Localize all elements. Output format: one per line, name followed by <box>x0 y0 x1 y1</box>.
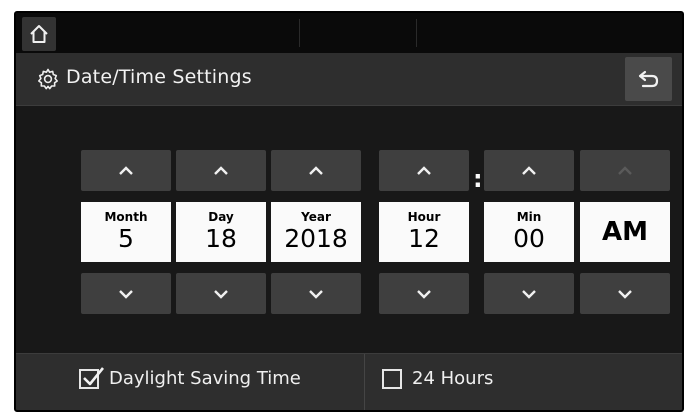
daylight-saving-toggle[interactable]: Daylight Saving Time <box>79 366 301 389</box>
chevron-down-icon <box>309 289 323 299</box>
ampm-up-button[interactable] <box>580 150 670 191</box>
year-up-button[interactable] <box>271 150 361 191</box>
ampm-spinner: AM <box>580 150 670 314</box>
time-separator: : <box>473 165 483 193</box>
day-up-button[interactable] <box>176 150 266 191</box>
gear-icon <box>38 68 58 90</box>
year-value: 2018 <box>284 224 348 253</box>
chevron-up-icon <box>309 165 323 175</box>
year-down-button[interactable] <box>271 273 361 314</box>
back-arrow-icon <box>638 70 658 88</box>
ampm-down-button[interactable] <box>580 273 670 314</box>
chevron-down-icon <box>522 289 536 299</box>
chevron-up-icon <box>417 165 431 175</box>
day-spinner: Day 18 <box>176 150 266 314</box>
chevron-up-icon <box>119 165 133 175</box>
minute-spinner: Min 00 <box>484 150 574 314</box>
home-button[interactable] <box>22 17 56 51</box>
hours-24-label: 24 Hours <box>412 368 494 389</box>
day-value: 18 <box>205 224 237 253</box>
date-time-editor: Month 5 Day 18 Year 2018 Hour 12 Min 00 … <box>16 106 682 353</box>
back-button[interactable] <box>625 57 672 101</box>
month-label: Month <box>104 210 148 224</box>
hour-label: Hour <box>407 210 441 224</box>
day-down-button[interactable] <box>176 273 266 314</box>
status-divider <box>299 19 300 47</box>
chevron-up-icon <box>522 165 536 175</box>
header-bar: Date/Time Settings <box>16 53 682 106</box>
minute-value: 00 <box>513 224 545 253</box>
year-value-box[interactable]: Year 2018 <box>271 202 361 262</box>
month-spinner: Month 5 <box>81 150 171 314</box>
top-status-bar <box>16 13 682 53</box>
status-divider <box>416 19 417 47</box>
hour-value: 12 <box>408 224 440 253</box>
ampm-value: AM <box>602 217 648 247</box>
month-value-box[interactable]: Month 5 <box>81 202 171 262</box>
footer-divider <box>364 354 365 410</box>
year-label: Year <box>301 210 331 224</box>
chevron-down-icon <box>618 289 632 299</box>
chevron-up-icon <box>618 165 632 175</box>
minute-up-button[interactable] <box>484 150 574 191</box>
minute-down-button[interactable] <box>484 273 574 314</box>
hours-24-toggle[interactable]: 24 Hours <box>382 368 493 389</box>
hour-spinner: Hour 12 <box>379 150 469 314</box>
day-label: Day <box>208 210 234 224</box>
month-down-button[interactable] <box>81 273 171 314</box>
chevron-down-icon <box>417 289 431 299</box>
hour-down-button[interactable] <box>379 273 469 314</box>
hour-value-box[interactable]: Hour 12 <box>379 202 469 262</box>
chevron-down-icon <box>214 289 228 299</box>
footer-options: Daylight Saving Time 24 Hours <box>16 353 682 410</box>
daylight-saving-label: Daylight Saving Time <box>109 368 301 389</box>
ampm-value-box[interactable]: AM <box>580 202 670 262</box>
home-icon <box>30 25 48 43</box>
month-up-button[interactable] <box>81 150 171 191</box>
month-value: 5 <box>118 224 134 253</box>
minute-value-box[interactable]: Min 00 <box>484 202 574 262</box>
hours-24-checkbox[interactable] <box>382 368 402 389</box>
date-time-screen: Date/Time Settings Month 5 Day 18 Year 2… <box>14 11 684 412</box>
chevron-down-icon <box>119 289 133 299</box>
year-spinner: Year 2018 <box>271 150 361 314</box>
minute-label: Min <box>516 210 542 224</box>
chevron-up-icon <box>214 165 228 175</box>
daylight-saving-checkbox[interactable] <box>79 366 105 389</box>
checkmark-icon <box>83 366 105 385</box>
day-value-box[interactable]: Day 18 <box>176 202 266 262</box>
page-title: Date/Time Settings <box>66 66 252 88</box>
hour-up-button[interactable] <box>379 150 469 191</box>
